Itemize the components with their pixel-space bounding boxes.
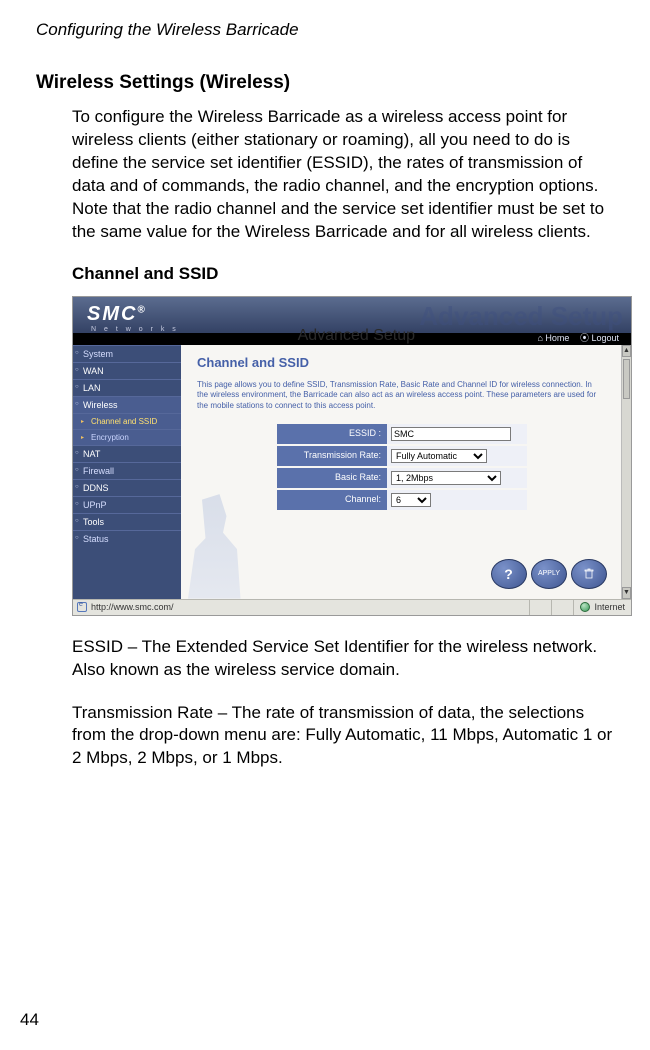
router-admin-screenshot: SMC® N e t w o r k s Advanced Setup Adva… (72, 296, 632, 616)
channel-label: Channel: (277, 490, 387, 510)
panel-title: Channel and SSID (197, 355, 605, 370)
header-bar: SMC® N e t w o r k s Advanced Setup Adva… (73, 297, 631, 345)
action-buttons: HELP APPLY CANCEL (491, 559, 607, 589)
apply-button[interactable]: APPLY (531, 559, 567, 589)
intro-paragraph: To configure the Wireless Barricade as a… (72, 106, 614, 244)
panel-description: This page allows you to define SSID, Tra… (197, 380, 605, 412)
ie-icon (77, 602, 87, 612)
status-url: http://www.smc.com/ (91, 602, 174, 612)
trash-icon (583, 568, 595, 580)
essid-paragraph: ESSID – The Extended Service Set Identif… (72, 636, 614, 682)
sidebar-item-status[interactable]: Status (73, 530, 181, 547)
sidebar-item-wireless[interactable]: Wireless (73, 396, 181, 413)
txrate-label: Transmission Rate: (277, 446, 387, 466)
sidebar-item-ddns[interactable]: DDNS (73, 479, 181, 496)
sidebar-item-lan[interactable]: LAN (73, 379, 181, 396)
logout-icon[interactable]: ⦿ Logout (580, 333, 619, 343)
browser-status-bar: http://www.smc.com/ Internet (73, 599, 631, 615)
running-head: Configuring the Wireless Barricade (36, 20, 614, 40)
advanced-setup-watermark: Advanced Setup (419, 301, 623, 332)
basicrate-select[interactable]: 1, 2Mbps (391, 471, 501, 485)
sidebar-item-nat[interactable]: NAT (73, 445, 181, 462)
scroll-up-icon[interactable]: ▲ (622, 345, 631, 357)
sidebar-item-system[interactable]: System (73, 345, 181, 362)
sidebar-item-channel-ssid[interactable]: Channel and SSID (73, 413, 181, 429)
section-title: Wireless Settings (Wireless) (36, 72, 614, 94)
sidebar-item-wan[interactable]: WAN (73, 362, 181, 379)
help-button[interactable]: HELP (491, 559, 527, 589)
cancel-button[interactable]: CANCEL (571, 559, 607, 589)
essid-input[interactable] (391, 427, 511, 441)
channel-select[interactable]: 6 (391, 493, 431, 507)
vertical-scrollbar[interactable]: ▲ ▼ (621, 345, 631, 599)
sidebar-item-encryption[interactable]: Encryption (73, 429, 181, 445)
essid-label: ESSID : (277, 424, 387, 444)
internet-zone-icon (580, 602, 590, 612)
breadcrumb: Advanced Setup (298, 327, 415, 345)
subsection-title: Channel and SSID (72, 264, 614, 284)
status-zone: Internet (594, 602, 625, 612)
scroll-down-icon[interactable]: ▼ (622, 587, 631, 599)
sidebar-item-tools[interactable]: Tools (73, 513, 181, 530)
sidebar-item-firewall[interactable]: Firewall (73, 462, 181, 479)
sidebar: System WAN LAN Wireless Channel and SSID… (73, 345, 181, 599)
txrate-paragraph: Transmission Rate – The rate of transmis… (72, 702, 614, 771)
main-panel: Channel and SSID This page allows you to… (181, 345, 621, 599)
basicrate-label: Basic Rate: (277, 468, 387, 488)
txrate-select[interactable]: Fully Automatic (391, 449, 487, 463)
page-number: 44 (20, 1010, 39, 1030)
header-links: ⌂ Home ⦿ Logout (537, 331, 619, 344)
settings-form: ESSID : Transmission Rate: Fully Automat… (277, 424, 605, 510)
scroll-thumb[interactable] (623, 359, 630, 399)
home-icon[interactable]: ⌂ Home (537, 333, 569, 343)
sidebar-item-upnp[interactable]: UPnP (73, 496, 181, 513)
